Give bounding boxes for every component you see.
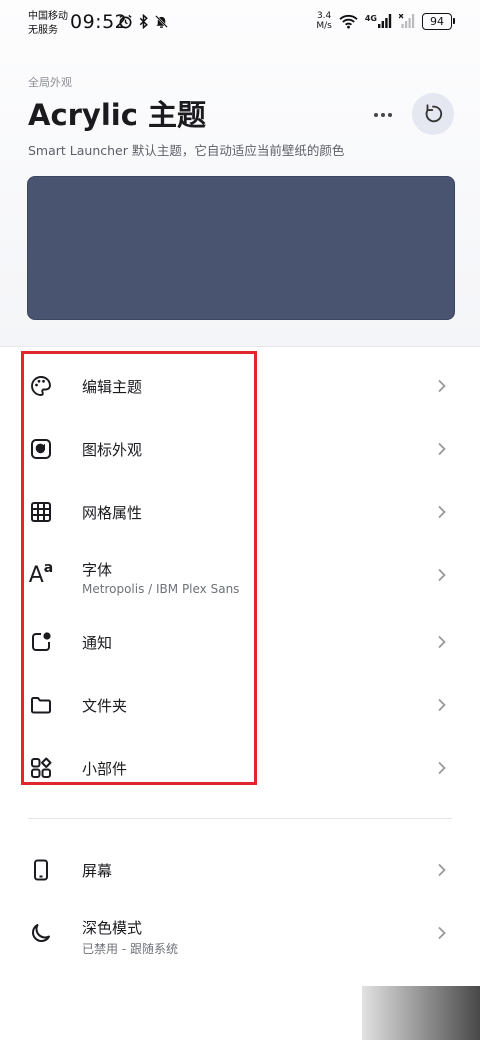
- settings-item-label: 编辑主题: [82, 378, 143, 396]
- font-icon: Aa: [28, 560, 54, 588]
- corner-shade: [362, 986, 480, 1040]
- more-options-button[interactable]: [366, 98, 400, 132]
- status-icons: [118, 14, 169, 29]
- settings-item-label: 通知: [82, 634, 113, 652]
- signal-bars-icon: [378, 14, 392, 28]
- chevron-right-icon: [438, 505, 446, 519]
- settings-item-label: 屏幕: [82, 862, 113, 880]
- settings-item-edit-theme[interactable]: 编辑主题: [0, 356, 480, 416]
- cellular-signal: 4G: [365, 14, 392, 28]
- settings-item-font[interactable]: Aa 字体 Metropolis / IBM Plex Sans: [0, 545, 480, 605]
- reset-icon: [425, 104, 443, 123]
- icon-shape-icon: [28, 436, 54, 462]
- battery-indicator: 94: [422, 12, 455, 30]
- chevron-right-icon: [438, 761, 446, 775]
- folder-icon: [28, 692, 54, 718]
- carrier-info: 中国移动 无服务: [28, 10, 68, 38]
- chevron-right-icon: [438, 442, 446, 456]
- chevron-right-icon: [438, 635, 446, 649]
- palette-icon: [28, 373, 54, 399]
- settings-item-label: 深色模式: [82, 919, 143, 937]
- settings-item-dark-mode[interactable]: 深色模式 已禁用 - 跟随系统: [0, 903, 480, 963]
- more-dot-icon: [374, 113, 378, 117]
- grid-icon: [28, 499, 54, 525]
- more-dot-icon: [388, 113, 392, 117]
- service-status: 无服务: [28, 25, 58, 36]
- mute-bell-icon: [155, 15, 168, 28]
- wifi-icon: [339, 14, 358, 29]
- no-signal-icon: [399, 14, 415, 28]
- settings-item-label: 网格属性: [82, 504, 143, 522]
- net-speed-value: 3.4: [316, 11, 332, 21]
- section-divider: [28, 818, 452, 819]
- chevron-right-icon: [438, 926, 446, 940]
- chevron-right-icon: [438, 568, 446, 582]
- more-dot-icon: [381, 113, 385, 117]
- status-bar: 中国移动 无服务 09:52 3.4 M/s 4G 94: [0, 0, 480, 44]
- chevron-right-icon: [438, 698, 446, 712]
- net-speed-unit: M/s: [316, 21, 332, 31]
- settings-item-label: 字体: [82, 561, 113, 579]
- settings-item-notification[interactable]: 通知: [0, 612, 480, 672]
- settings-item-sublabel: Metropolis / IBM Plex Sans: [82, 582, 240, 596]
- network-type: 4G: [364, 14, 377, 23]
- bluetooth-icon: [139, 14, 148, 29]
- settings-item-screen[interactable]: 屏幕: [0, 840, 480, 900]
- reset-theme-button[interactable]: [412, 93, 454, 135]
- settings-item-widgets[interactable]: 小部件: [0, 738, 480, 798]
- settings-item-grid[interactable]: 网格属性: [0, 482, 480, 542]
- settings-item-folder[interactable]: 文件夹: [0, 675, 480, 735]
- section-eyebrow: 全局外观: [28, 76, 72, 89]
- phone-icon: [28, 857, 54, 883]
- settings-item-label: 文件夹: [82, 697, 128, 715]
- page-subtitle: Smart Launcher 默认主题，它自动适应当前壁纸的颜色: [28, 143, 345, 158]
- alarm-icon: [119, 14, 132, 29]
- page-title: Acrylic 主题: [28, 98, 207, 132]
- settings-item-label: 图标外观: [82, 441, 143, 459]
- settings-item-icon-appearance[interactable]: 图标外观: [0, 419, 480, 479]
- notification-dot-icon: [28, 629, 54, 655]
- net-speed: 3.4 M/s: [316, 11, 332, 31]
- theme-preview-card[interactable]: [27, 176, 455, 320]
- chevron-right-icon: [438, 863, 446, 877]
- settings-item-label: 小部件: [82, 760, 128, 778]
- widgets-icon: [28, 755, 54, 781]
- carrier-name: 中国移动: [28, 11, 68, 22]
- moon-icon: [28, 920, 54, 946]
- settings-item-sublabel: 已禁用 - 跟随系统: [82, 942, 178, 956]
- status-right: 3.4 M/s 4G 94: [316, 11, 455, 31]
- chevron-right-icon: [438, 379, 446, 393]
